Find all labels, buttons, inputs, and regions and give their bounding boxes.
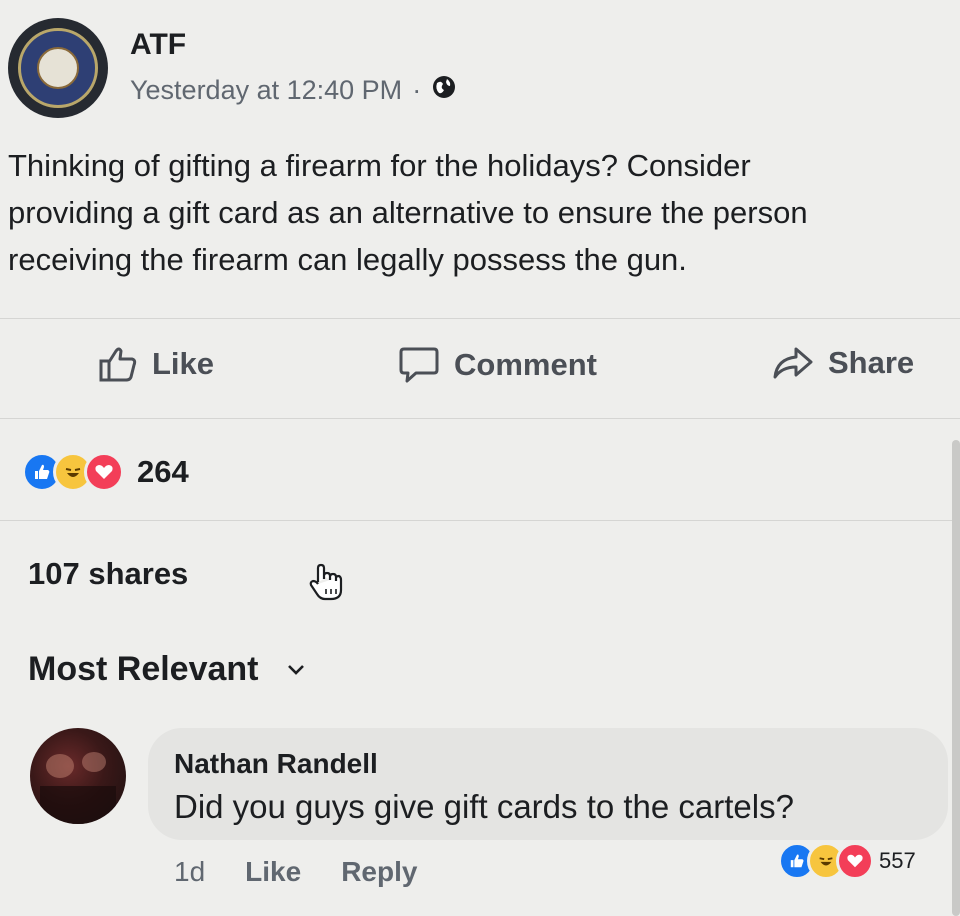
post-author[interactable]: ATF	[130, 28, 186, 62]
love-reaction-icon	[836, 842, 874, 880]
post-text-line: Thinking of gifting a firearm for the ho…	[8, 148, 751, 183]
globe-icon	[431, 74, 457, 107]
thumbs-up-icon	[99, 347, 137, 382]
comment-like-button[interactable]: Like	[245, 856, 301, 888]
speech-bubble-icon	[399, 347, 439, 383]
commenter-name[interactable]: Nathan Randell	[174, 748, 378, 780]
meta-separator: ·	[412, 75, 422, 105]
hand-cursor-icon	[308, 562, 344, 607]
divider	[0, 318, 960, 319]
like-button[interactable]: Like	[98, 345, 214, 383]
sort-label: Most Relevant	[28, 650, 259, 688]
divider	[0, 418, 960, 419]
comment-label: Comment	[454, 347, 597, 382]
atf-seal-logo	[18, 28, 98, 108]
scrollbar[interactable]	[952, 440, 960, 916]
commenter-avatar[interactable]	[30, 728, 126, 824]
reaction-count: 264	[137, 454, 189, 489]
share-label: Share	[828, 345, 915, 380]
share-button[interactable]: Share	[772, 345, 914, 381]
post-timestamp[interactable]: Yesterday at 12:40 PM	[130, 75, 402, 106]
comment-reaction-count: 557	[879, 848, 916, 873]
comment-button[interactable]: Comment	[398, 345, 597, 385]
post-body: Thinking of gifting a firearm for the ho…	[8, 142, 958, 283]
atf-avatar[interactable]	[8, 18, 108, 118]
post-meta: Yesterday at 12:40 PM ·	[130, 74, 457, 107]
post-action-bar: Like Comment Share	[0, 345, 960, 401]
post-text-line: receiving the firearm can legally posses…	[8, 242, 687, 277]
reaction-summary[interactable]: 264	[22, 452, 189, 492]
facebook-post: ATF Yesterday at 12:40 PM · Thinking of …	[0, 0, 960, 916]
divider	[0, 520, 960, 521]
comment-sort-dropdown[interactable]: Most Relevant	[28, 650, 305, 689]
love-reaction-icon	[84, 452, 124, 492]
comment-reply-button[interactable]: Reply	[341, 856, 417, 888]
shares-count[interactable]: 107 shares	[28, 556, 188, 592]
share-arrow-icon	[773, 347, 813, 379]
comment-text: Did you guys give gift cards to the cart…	[174, 788, 794, 825]
chevron-down-icon	[287, 664, 304, 675]
post-text-line: providing a gift card as an alternative …	[8, 195, 808, 230]
comment-reaction-summary[interactable]: 557	[778, 842, 916, 880]
like-label: Like	[152, 346, 215, 381]
comment-meta: 1d Like Reply	[174, 856, 457, 888]
comment-age[interactable]: 1d	[174, 856, 205, 888]
